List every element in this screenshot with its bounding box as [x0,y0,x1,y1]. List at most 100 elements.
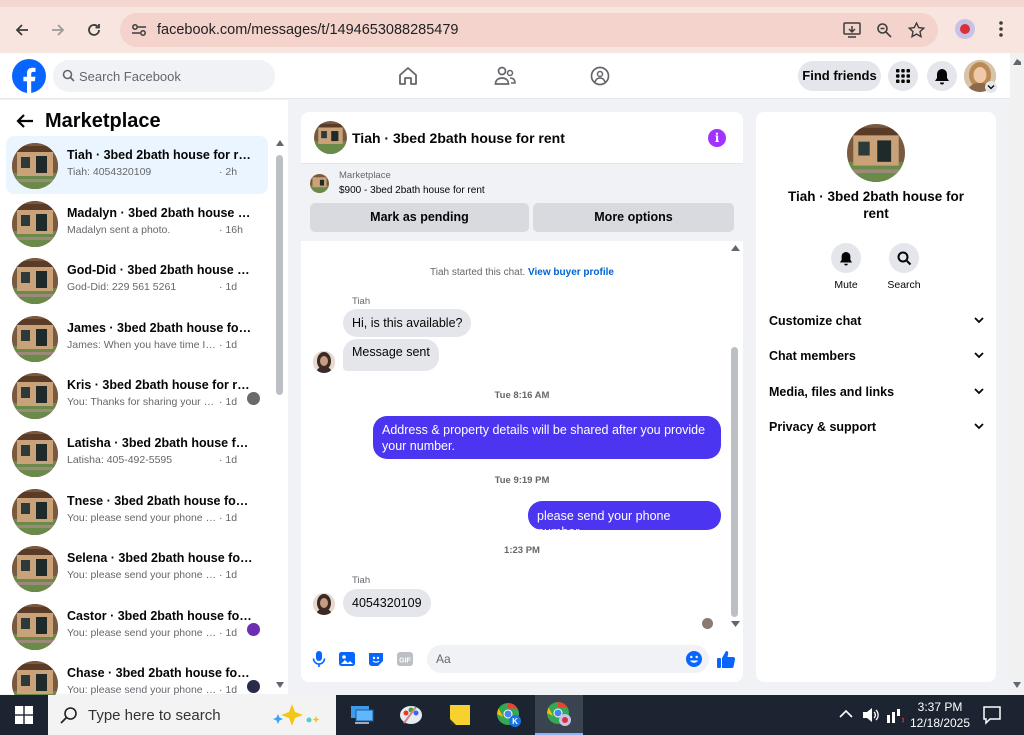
chat-title[interactable]: Tiah · 3bed 2bath house for rent [352,130,565,146]
conversation-item[interactable]: James · 3bed 2bath house for rent James: … [6,309,268,367]
details-section[interactable]: Media, files and links [769,385,984,405]
chat-scroll-up-icon[interactable] [731,245,740,251]
conversation-sidebar: Marketplace Tiah · 3bed 2bath house for … [0,100,288,708]
conversation-item[interactable]: Kris · 3bed 2bath house for rent You: Tha… [6,366,268,424]
conversation-item[interactable]: Latisha · 3bed 2bath house for rent Latis… [6,424,268,482]
thumbs-up-icon[interactable] [716,650,736,669]
bookmark-star-icon[interactable] [906,21,926,39]
details-section[interactable]: Customize chat [769,314,984,334]
chat-scroll-down-icon[interactable] [731,621,740,627]
groups-icon[interactable] [590,66,610,86]
extension-icon[interactable] [955,19,975,39]
bell-icon[interactable] [831,243,861,273]
conversation-item[interactable]: Madalyn · 3bed 2bath house for rent Madal… [6,194,268,252]
conversation-thumbnail [12,143,58,189]
system-clock[interactable]: 3:37 PM 12/18/2025 [905,699,975,731]
windows-start-icon[interactable] [15,706,33,724]
site-info-icon[interactable] [129,21,149,39]
emoji-icon[interactable] [685,650,703,668]
conversation-preview: James: When you have time I'd like to se… [67,338,217,351]
volume-icon[interactable] [862,707,880,723]
info-icon[interactable]: i [708,129,726,147]
menu-grid-icon[interactable] [888,61,918,91]
network-icon[interactable]: ✕ [886,706,904,724]
taskbar-app-chrome-profile-icon[interactable]: K [490,700,528,730]
timestamp: Tue 8:16 AM [494,390,550,401]
conversation-name: Kris · 3bed 2bath house for rent [67,378,253,393]
chevron-down-icon[interactable] [974,352,984,359]
listing-price[interactable]: $900 - 3bed 2bath house for rent [339,185,485,196]
forward-icon[interactable] [45,17,71,43]
search-action[interactable]: Search [878,243,930,291]
sticker-icon[interactable] [367,650,385,668]
zoom-icon[interactable] [874,21,894,39]
outgoing-message[interactable]: Address & property details will be share… [373,416,721,459]
details-section[interactable]: Chat members [769,349,984,369]
svg-text:✕: ✕ [901,716,904,724]
show-hidden-icons-chevron[interactable] [839,709,853,719]
conversation-item[interactable]: Tiah · 3bed 2bath house for rent Tiah: 40… [6,136,268,194]
reload-icon[interactable] [81,17,107,43]
taskbar-search-placeholder: Type here to search [88,707,221,724]
browser-menu-icon[interactable] [996,20,1006,40]
microphone-icon[interactable] [310,650,328,668]
install-app-icon[interactable] [842,21,862,39]
view-buyer-profile-link[interactable]: View buyer profile [528,267,614,278]
scroll-up-arrow-icon[interactable] [276,140,284,146]
chat-scrollbar[interactable] [731,347,738,617]
clock-date: 12/18/2025 [909,716,971,730]
taskbar-app-paint-icon[interactable] [392,700,430,730]
url-text[interactable]: facebook.com/messages/t/1494653088285479 [157,22,459,38]
taskbar-app-sticky-notes-icon[interactable] [441,700,479,730]
notification-center-icon[interactable] [982,705,1002,725]
facebook-search[interactable]: Search Facebook [53,60,275,92]
search-icon[interactable] [889,243,919,273]
page-scroll-down-icon[interactable] [1013,682,1021,688]
chevron-down-icon[interactable] [974,317,984,324]
home-icon[interactable] [398,66,418,86]
chevron-down-icon[interactable] [974,423,984,430]
taskbar-search[interactable]: Type here to search [48,695,336,735]
find-friends-button[interactable]: Find friends [798,61,881,91]
taskbar-app-chrome-active-icon[interactable] [535,695,583,735]
photo-icon[interactable] [338,650,356,668]
more-options-button[interactable]: More options [533,203,734,232]
chat-avatar[interactable] [314,121,347,154]
account-chevron-icon[interactable] [985,81,997,93]
chevron-down-icon[interactable] [974,387,984,395]
outgoing-message[interactable]: please send your phone number. [528,501,721,539]
sender-avatar[interactable] [313,593,335,615]
back-arrow-icon[interactable] [16,113,34,129]
mark-as-pending-button[interactable]: Mark as pending [310,203,529,232]
notifications-bell-icon[interactable] [927,61,957,91]
page-scrollbar[interactable] [1010,53,1024,695]
details-section-label: Privacy & support [769,419,876,434]
sender-avatar[interactable] [313,351,335,373]
conversation-item[interactable]: Tnese · 3bed 2bath house for rent You: pl… [6,482,268,540]
timestamp: 1:23 PM [504,545,540,556]
incoming-message[interactable]: Message sent [343,339,439,371]
back-icon[interactable] [9,17,35,43]
mute-label: Mute [834,279,858,291]
incoming-message[interactable]: 4054320109 [343,589,431,617]
chat-header: Tiah · 3bed 2bath house for rent i [301,112,743,164]
details-section[interactable]: Privacy & support [769,420,984,440]
gif-icon[interactable]: GIF [396,650,414,668]
page-scroll-up-icon[interactable] [1013,59,1021,65]
conversation-item[interactable]: Castor · 3bed 2bath house for rent You: p… [6,597,268,655]
taskbar-app-desktop-icon[interactable] [343,700,381,730]
details-avatar[interactable] [847,124,905,182]
read-receipt-avatar [247,392,260,406]
incoming-message[interactable]: Hi, is this available? [343,309,472,337]
facebook-logo[interactable] [12,59,46,93]
conversation-item[interactable]: Selena · 3bed 2bath house for rent You: p… [6,539,268,597]
conversation-item[interactable]: God-Did · 3bed 2bath house for rent God-D… [6,251,268,309]
scroll-down-arrow-icon[interactable] [276,682,284,688]
friends-icon[interactable] [494,66,516,86]
sidebar-scrollbar[interactable] [276,155,283,395]
mute-action[interactable]: Mute [820,243,872,291]
address-bar[interactable]: facebook.com/messages/t/1494653088285479 [120,13,938,47]
conversation-time: · 1d [219,511,238,524]
listing-thumbnail[interactable] [310,174,329,193]
message-input[interactable]: Aa [427,645,709,673]
